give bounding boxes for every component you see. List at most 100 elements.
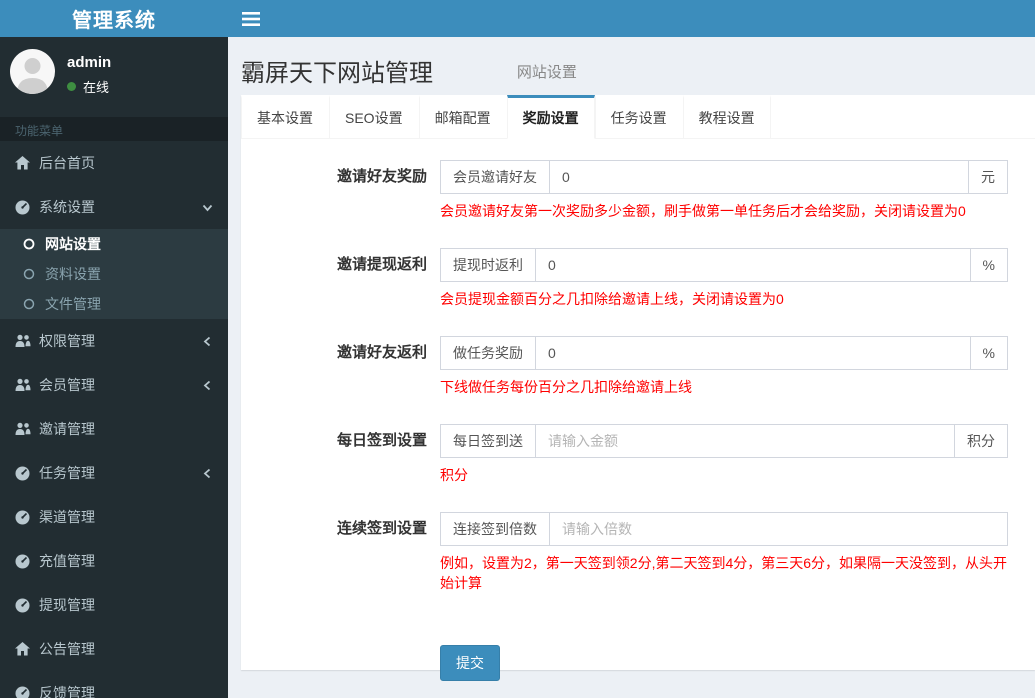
- system-settings-submenu: 网站设置 资料设置 文件管理: [0, 229, 228, 319]
- breadcrumb: 网站设置: [516, 64, 577, 81]
- submit-button[interactable]: 提交: [440, 645, 500, 681]
- sidebar-item-label: 邀请管理: [39, 421, 95, 437]
- content-header: 霸屏天下网站管理 网站设置: [228, 37, 1035, 95]
- field-label: 连续签到设置: [336, 520, 427, 537]
- continuous-signin-input[interactable]: [549, 512, 1008, 546]
- page-title: 霸屏天下网站管理: [241, 60, 433, 87]
- input-addon-label: 提现时返利: [440, 248, 535, 282]
- sidebar-subitem-label: 网站设置: [45, 236, 101, 252]
- sidebar-item-label: 渠道管理: [39, 509, 95, 525]
- sidebar-menu: 后台首页 系统设置 网站设置 资料设置 文件管理 权限管理 会员管理 邀请管理 …: [0, 141, 228, 698]
- sidebar-item-label: 任务管理: [39, 465, 95, 481]
- input-group: 连接签到倍数: [440, 512, 1008, 546]
- sidebar-item-feedback[interactable]: 反馈管理: [0, 671, 228, 698]
- top-navbar: 管理系统: [0, 0, 1035, 37]
- sidebar-item-label: 会员管理: [39, 377, 95, 393]
- input-group: 每日签到送 积分: [440, 424, 1008, 458]
- sidebar-item-label: 系统设置: [39, 199, 95, 215]
- dashboard-icon: [15, 554, 30, 568]
- sidebar-item-label: 权限管理: [39, 333, 95, 349]
- sidebar-item-recharge[interactable]: 充值管理: [0, 539, 228, 583]
- field-help-text: 积分: [440, 467, 468, 483]
- dashboard-icon: [15, 510, 30, 524]
- users-icon: [15, 334, 31, 347]
- sidebar-item-member[interactable]: 会员管理: [0, 363, 228, 407]
- field-label: 每日签到设置: [336, 432, 427, 449]
- reward-settings-form: 邀请好友奖励 会员邀请好友 元 会员邀请好友第一次奖励多少金额，刷手做第一单任务…: [241, 139, 1035, 681]
- user-avatar-icon: [17, 58, 48, 94]
- tab-mail-config[interactable]: 邮箱配置: [418, 95, 507, 139]
- chevron-down-icon: [202, 204, 213, 211]
- daily-signin-input[interactable]: [535, 424, 955, 458]
- invite-withdraw-rebate-input[interactable]: [535, 248, 971, 282]
- user-panel: admin 在线: [0, 37, 228, 117]
- circle-o-icon: [23, 298, 35, 310]
- user-status-label: 在线: [83, 80, 110, 95]
- tab-task-settings[interactable]: 任务设置: [594, 95, 683, 139]
- sidebar-item-permission[interactable]: 权限管理: [0, 319, 228, 363]
- invite-task-rebate-input[interactable]: [535, 336, 971, 370]
- sidebar-subitem-label: 文件管理: [45, 296, 101, 312]
- sidebar-item-home[interactable]: 后台首页: [0, 141, 228, 185]
- avatar: [10, 49, 55, 94]
- dashboard-icon: [15, 598, 30, 612]
- dashboard-icon: [15, 686, 30, 698]
- content-wrapper: 霸屏天下网站管理 网站设置 基本设置 SEO设置 邮箱配置 奖励设置 任务设置 …: [228, 37, 1035, 698]
- home-icon: [15, 642, 30, 656]
- sidebar-item-system-settings[interactable]: 系统设置: [0, 185, 228, 229]
- navbar: [228, 0, 1035, 37]
- input-group: 做任务奖励 %: [440, 336, 1008, 370]
- form-row-invite-friend-reward: 邀请好友奖励 会员邀请好友 元 会员邀请好友第一次奖励多少金额，刷手做第一单任务…: [241, 160, 1035, 221]
- sidebar-item-announcement[interactable]: 公告管理: [0, 627, 228, 671]
- input-addon-unit: %: [970, 336, 1008, 370]
- sidebar-item-withdraw[interactable]: 提现管理: [0, 583, 228, 627]
- app-logo: 管理系统: [0, 0, 228, 37]
- field-help-text: 下线做任务每份百分之几扣除给邀请上线: [440, 379, 692, 395]
- tab-tutorial-settings[interactable]: 教程设置: [682, 95, 771, 139]
- sidebar-item-invite[interactable]: 邀请管理: [0, 407, 228, 451]
- input-addon-label: 连接签到倍数: [440, 512, 549, 546]
- sidebar-item-label: 提现管理: [39, 597, 95, 613]
- input-addon-label: 做任务奖励: [440, 336, 535, 370]
- form-row-invite-task-rebate: 邀请好友返利 做任务奖励 % 下线做任务每份百分之几扣除给邀请上线: [241, 336, 1035, 397]
- sidebar: admin 在线 功能菜单 后台首页 系统设置 网站设置 资料设置 文件管理 权…: [0, 37, 228, 698]
- tab-seo-settings[interactable]: SEO设置: [329, 95, 419, 139]
- field-label: 邀请提现返利: [336, 256, 427, 273]
- input-addon-unit: %: [970, 248, 1008, 282]
- settings-panel: 基本设置 SEO设置 邮箱配置 奖励设置 任务设置 教程设置 邀请好友奖励 会员…: [241, 95, 1035, 681]
- users-icon: [15, 422, 31, 435]
- sidebar-subitem-profile-settings[interactable]: 资料设置: [0, 259, 228, 289]
- home-icon: [15, 156, 30, 170]
- circle-o-icon: [23, 268, 35, 280]
- sidebar-item-label: 反馈管理: [39, 685, 95, 698]
- input-addon-unit: 元: [969, 160, 1008, 194]
- circle-o-icon: [23, 238, 35, 250]
- user-name: admin: [67, 54, 112, 71]
- invite-friend-reward-input[interactable]: [549, 160, 969, 194]
- sidebar-subitem-label: 资料设置: [45, 266, 101, 282]
- input-addon-label: 会员邀请好友: [440, 160, 549, 194]
- sidebar-subitem-file-management[interactable]: 文件管理: [0, 289, 228, 319]
- sidebar-item-task[interactable]: 任务管理: [0, 451, 228, 495]
- input-addon-label: 每日签到送: [440, 424, 535, 458]
- dashboard-icon: [15, 466, 30, 480]
- tab-reward-settings[interactable]: 奖励设置: [506, 95, 595, 139]
- tab-basic-settings[interactable]: 基本设置: [241, 95, 329, 139]
- dashboard-icon: [15, 200, 30, 214]
- field-help-text: 例如，设置为2，第一天签到领2分,第二天签到4分，第三天6分，如果隔一天没签到，…: [440, 555, 1008, 591]
- settings-tabs: 基本设置 SEO设置 邮箱配置 奖励设置 任务设置 教程设置: [241, 95, 1035, 139]
- sidebar-subitem-site-settings[interactable]: 网站设置: [0, 229, 228, 259]
- form-row-daily-signin: 每日签到设置 每日签到送 积分 积分: [241, 424, 1035, 485]
- field-label: 邀请好友返利: [336, 344, 427, 361]
- chevron-left-icon: [203, 468, 211, 478]
- input-addon-unit: 积分: [955, 424, 1008, 458]
- input-group: 提现时返利 %: [440, 248, 1008, 282]
- field-help-text: 会员邀请好友第一次奖励多少金额，刷手做第一单任务后才会给奖励，关闭请设置为0: [440, 203, 966, 219]
- sidebar-item-channel[interactable]: 渠道管理: [0, 495, 228, 539]
- sidebar-section-label: 功能菜单: [0, 117, 228, 141]
- input-group: 会员邀请好友 元: [440, 160, 1008, 194]
- sidebar-item-label: 后台首页: [39, 155, 95, 171]
- sidebar-toggle-button[interactable]: [228, 0, 274, 37]
- bars-icon: [242, 11, 260, 26]
- field-help-text: 会员提现金额百分之几扣除给邀请上线，关闭请设置为0: [440, 291, 784, 307]
